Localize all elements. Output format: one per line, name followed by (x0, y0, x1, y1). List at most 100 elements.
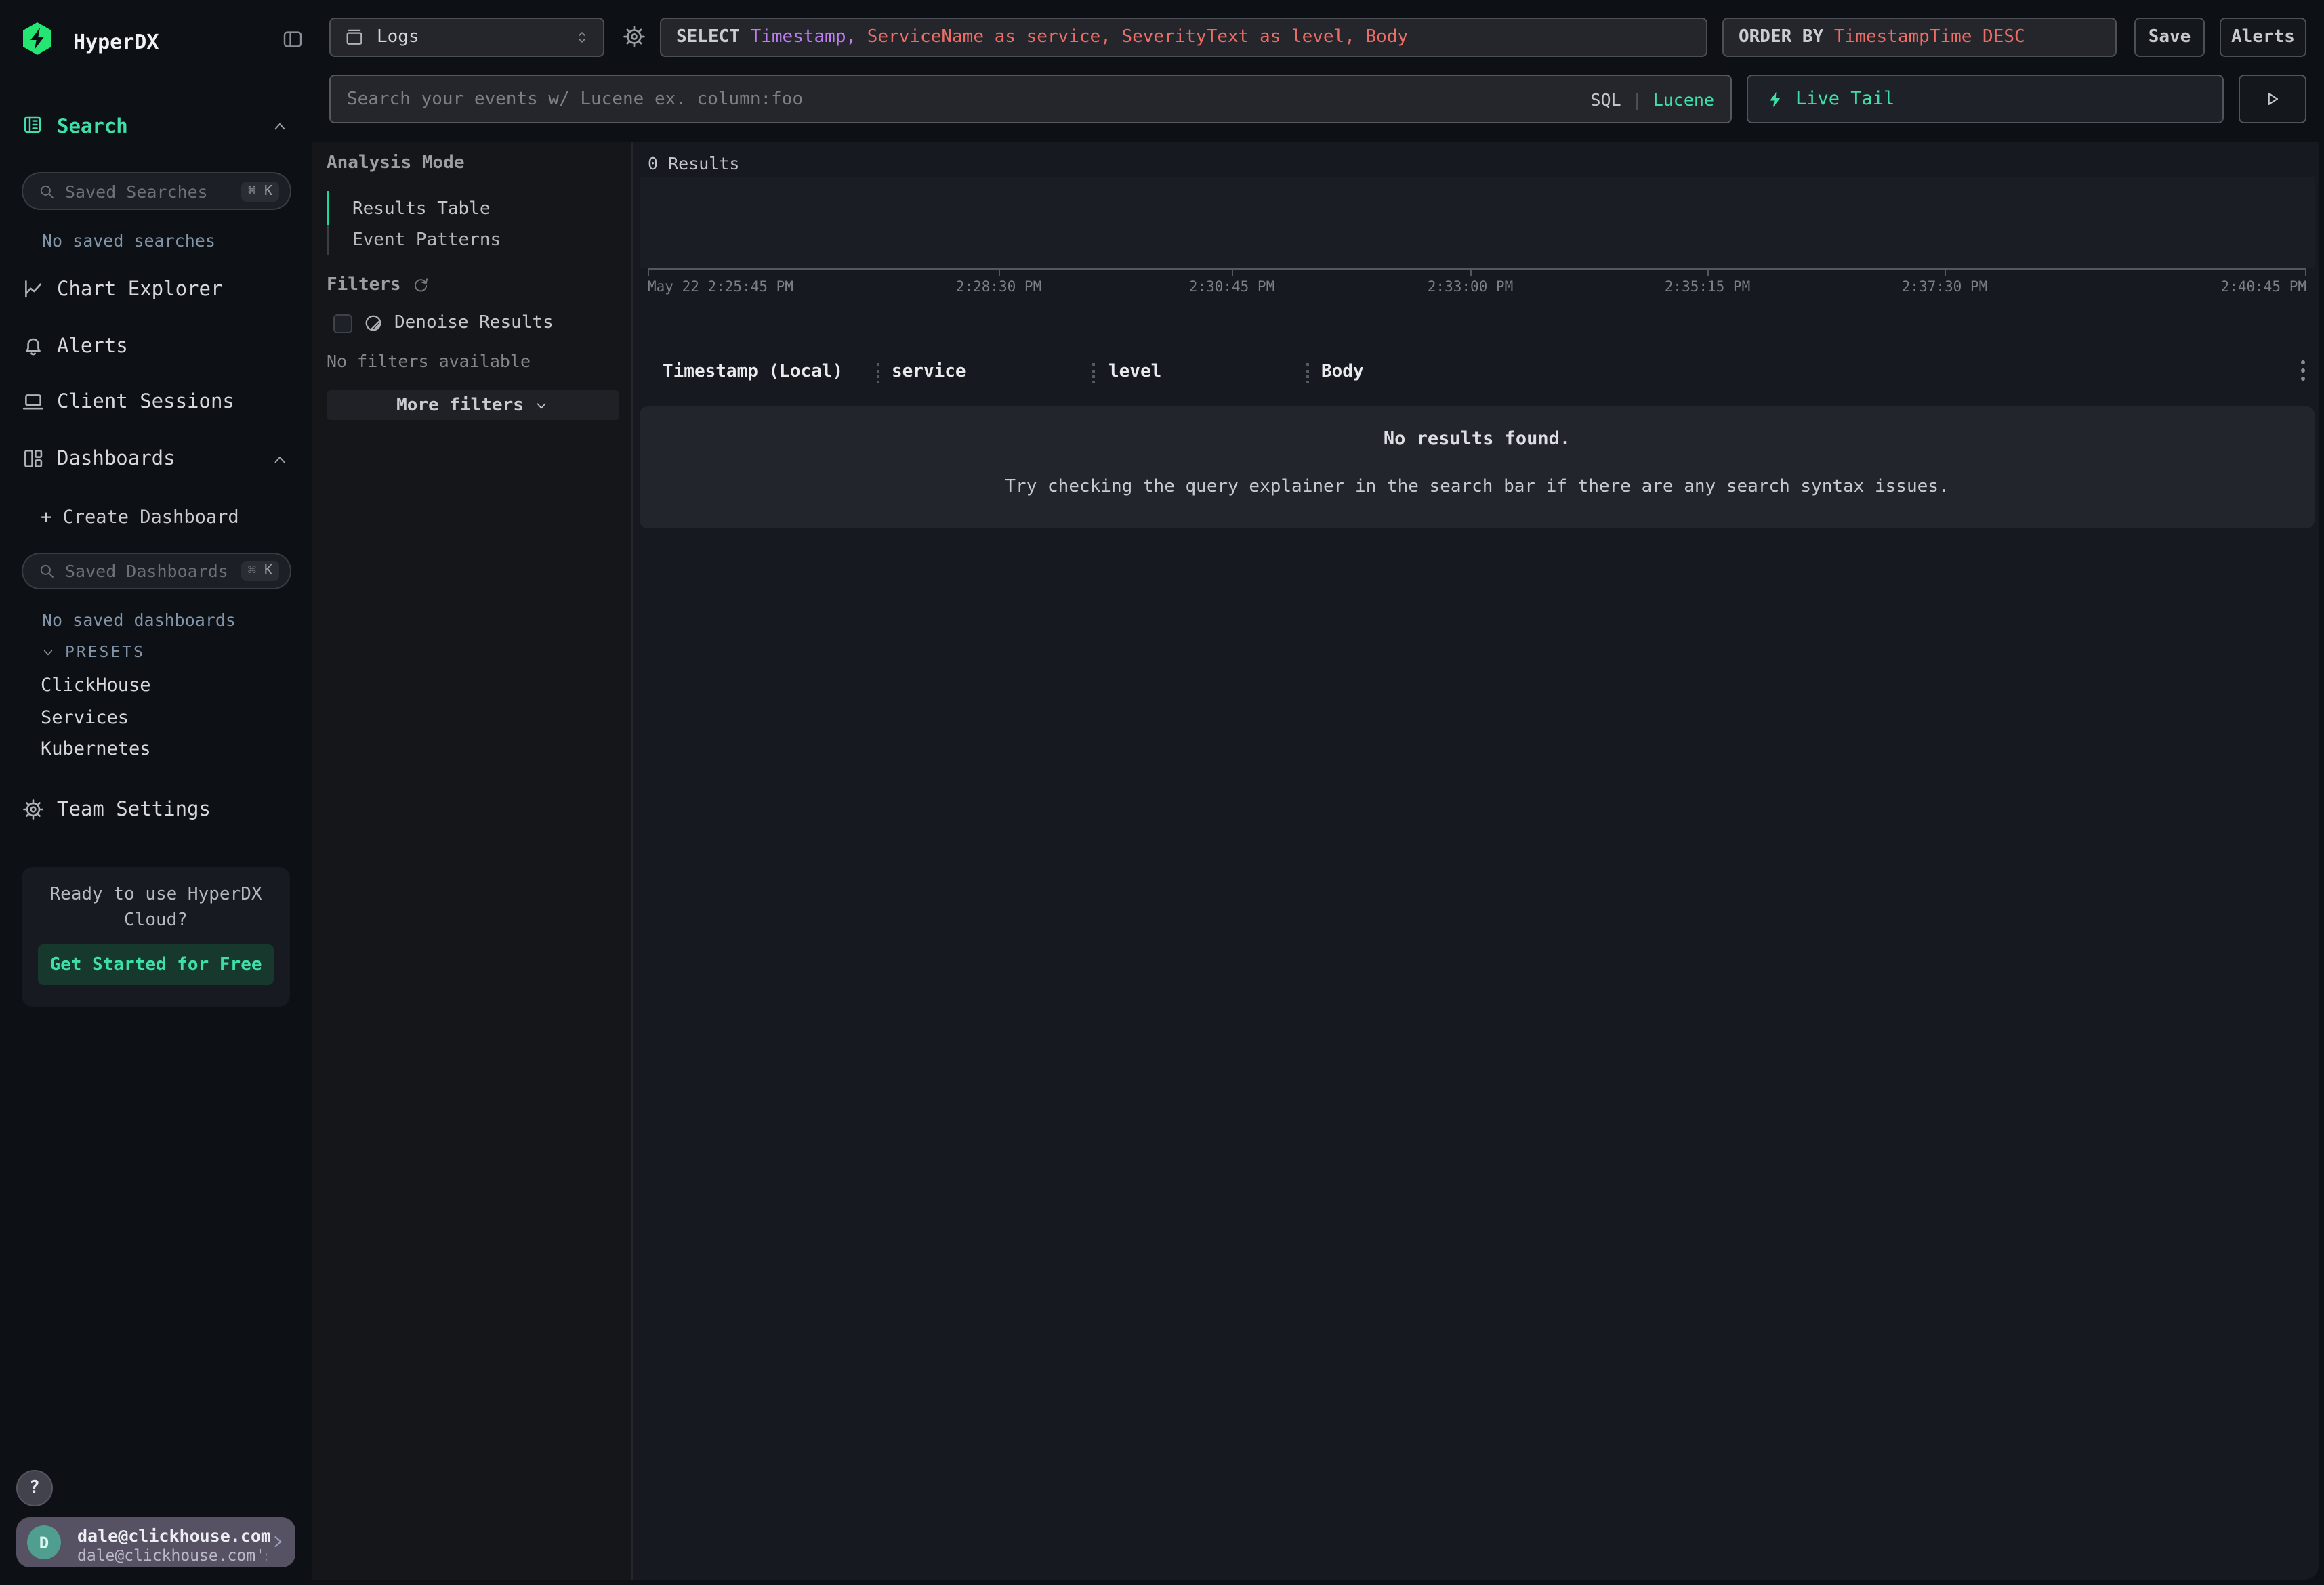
content-area: Analysis Mode Results Table Event Patter… (312, 142, 2319, 1580)
select-clause-input[interactable]: SELECT Timestamp, ServiceName as service… (660, 18, 1707, 57)
chevron-right-icon (268, 1532, 287, 1551)
save-button[interactable]: Save (2134, 18, 2205, 57)
axis-tick (1707, 268, 1709, 276)
column-header-level[interactable]: level (1108, 362, 1161, 382)
no-saved-dashboards-note: No saved dashboards (42, 610, 236, 630)
sidebar-item-services[interactable]: Services (41, 707, 129, 729)
denoise-label: Denoise Results (394, 313, 554, 333)
sidebar-item-label: Team Settings (57, 799, 211, 821)
sql-service-token: ServiceName as service, (867, 27, 1122, 47)
chevron-up-icon[interactable] (271, 118, 289, 135)
axis-tick (648, 268, 649, 276)
create-dashboard-button[interactable]: + Create Dashboard (41, 507, 239, 528)
saved-searches-input[interactable] (65, 181, 241, 201)
run-query-button[interactable] (2239, 75, 2306, 123)
lang-toggle-divider: | (1632, 89, 1642, 109)
laptop-icon (22, 390, 45, 413)
axis-tick-label: 2:30:45 PM (1189, 279, 1274, 295)
play-icon (2263, 89, 2282, 108)
denoise-filter-row: Denoise Results (333, 313, 554, 333)
filters-title: Filters (327, 275, 401, 295)
presets-label: PRESETS (65, 642, 145, 661)
updown-chevron-icon (575, 28, 589, 46)
search-icon (38, 562, 56, 580)
sidebar-item-client-sessions[interactable]: Client Sessions (0, 386, 312, 419)
sidebar-item-alerts[interactable]: Alerts (0, 331, 312, 363)
sidebar-item-label: Search (57, 117, 128, 138)
column-divider[interactable] (1092, 363, 1095, 383)
alerts-button[interactable]: Alerts (2220, 18, 2306, 57)
table-options-kebab-icon[interactable] (2301, 360, 2305, 381)
refresh-icon[interactable] (412, 276, 430, 294)
topbar: Logs SELECT Timestamp, ServiceName as se… (312, 0, 2324, 142)
axis-tick (1470, 268, 1472, 276)
saved-dashboards-search[interactable]: ⌘ K (22, 553, 291, 589)
axis-tick (999, 268, 1000, 276)
axis-tick-label: May 22 2:25:45 PM (648, 279, 793, 295)
bell-icon (22, 335, 45, 358)
avatar: D (27, 1525, 61, 1559)
sidebar-collapse-icon[interactable] (282, 28, 304, 50)
mode-results-table[interactable]: Results Table (352, 199, 491, 219)
sidebar-item-kubernetes[interactable]: Kubernetes (41, 738, 151, 760)
histogram-plot[interactable] (640, 177, 2315, 268)
column-divider[interactable] (1306, 363, 1309, 383)
axis-tick-label: 2:33:00 PM (1428, 279, 1513, 295)
source-selector[interactable]: Logs (329, 18, 604, 57)
mode-event-patterns[interactable]: Event Patterns (352, 230, 501, 251)
get-started-button[interactable]: Get Started for Free (38, 944, 274, 985)
cloud-promo-line2: Cloud? (22, 910, 290, 931)
sidebar-item-label: Dashboards (57, 448, 175, 470)
denoise-checkbox[interactable] (333, 314, 352, 333)
sidebar-item-label: Client Sessions (57, 392, 234, 413)
filters-header: Filters (327, 275, 430, 295)
live-tail-button[interactable]: Live Tail (1747, 75, 2224, 123)
empty-state-title: No results found. (640, 428, 2315, 450)
sql-body-token: Body (1366, 27, 1409, 47)
help-button[interactable]: ? (16, 1470, 53, 1506)
sidebar-item-label: Chart Explorer (57, 279, 222, 301)
lang-toggle-sql[interactable]: SQL (1590, 89, 1621, 109)
sidebar-item-chart-explorer[interactable]: Chart Explorer (0, 274, 312, 306)
axis-tick-label: 2:35:15 PM (1665, 279, 1750, 295)
sidebar-item-search[interactable]: Search (22, 114, 290, 141)
more-filters-button[interactable]: More filters (327, 390, 619, 420)
shortcut-badge: ⌘ K (241, 181, 279, 201)
denoise-icon (363, 313, 383, 333)
event-search-input[interactable] (347, 89, 1579, 109)
active-mode-indicator (327, 191, 329, 225)
live-tail-label: Live Tail (1796, 88, 1894, 110)
saved-searches-search[interactable]: ⌘ K (22, 172, 291, 210)
event-search-bar[interactable]: SQL | Lucene (329, 75, 1732, 123)
logs-source-icon (344, 27, 365, 47)
lightning-bolt-icon (1767, 89, 1783, 109)
presets-toggle[interactable]: PRESETS (41, 642, 145, 661)
analysis-mode-title: Analysis Mode (327, 153, 465, 173)
source-selector-value: Logs (377, 27, 562, 47)
column-divider[interactable] (877, 363, 879, 383)
saved-dashboards-input[interactable] (65, 561, 241, 581)
lang-toggle-lucene[interactable]: Lucene (1653, 89, 1714, 109)
sidebar-item-dashboards[interactable]: Dashboards (0, 443, 312, 476)
user-team: dale@clickhouse.com's (77, 1546, 267, 1565)
sql-select-keyword: SELECT (676, 27, 751, 47)
axis-tick-label: 2:28:30 PM (956, 279, 1041, 295)
column-header-timestamp[interactable]: Timestamp (Local) (663, 362, 843, 382)
source-settings-gear-icon[interactable] (622, 24, 646, 49)
gear-icon (22, 798, 45, 821)
column-header-service[interactable]: service (892, 362, 966, 382)
cloud-promo-card: Ready to use HyperDX Cloud? Get Started … (22, 867, 290, 1007)
chevron-down-icon (535, 398, 549, 413)
cloud-promo-line1: Ready to use HyperDX (22, 885, 290, 905)
sidebar: HyperDX Search ⌘ K No saved searches (0, 0, 312, 1585)
order-by-input[interactable]: ORDER BY TimestampTime DESC (1722, 18, 2117, 57)
axis-tick-label: 2:40:45 PM (2221, 279, 2306, 295)
app-root: HyperDX Search ⌘ K No saved searches (0, 0, 2324, 1585)
user-menu[interactable]: D dale@clickhouse.com dale@clickhouse.co… (16, 1517, 295, 1567)
column-header-body[interactable]: Body (1321, 362, 1364, 382)
sidebar-item-team-settings[interactable]: Team Settings (0, 794, 312, 826)
chevron-up-icon[interactable] (271, 451, 289, 469)
sql-orderby-keyword: ORDER BY (1739, 27, 1834, 47)
sidebar-item-clickhouse[interactable]: ClickHouse (41, 675, 151, 696)
results-count: 0 Results (648, 153, 739, 173)
